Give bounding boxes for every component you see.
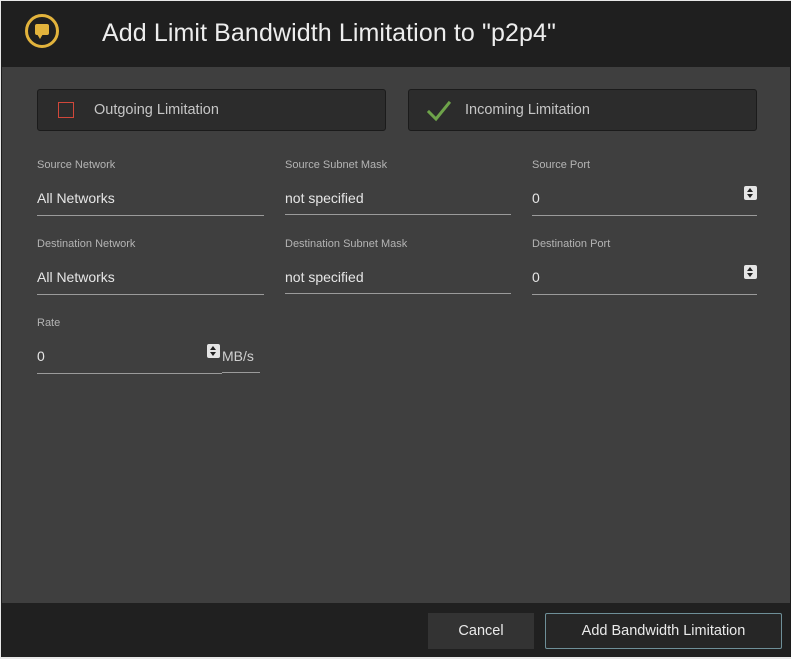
- destination-subnet-mask-value: not specified: [285, 269, 364, 285]
- incoming-limitation-label: Incoming Limitation: [465, 102, 590, 118]
- destination-port-input[interactable]: 0: [532, 265, 757, 295]
- rate-input[interactable]: 0: [37, 344, 222, 374]
- outgoing-limitation-label: Outgoing Limitation: [94, 102, 219, 118]
- destination-network-select[interactable]: All Networks: [37, 265, 264, 295]
- source-port-label: Source Port: [532, 159, 591, 171]
- source-subnet-mask-label: Source Subnet Mask: [285, 159, 388, 171]
- rate-unit: MB/s: [222, 348, 254, 364]
- source-port-spinner[interactable]: [744, 186, 757, 200]
- destination-subnet-mask-input[interactable]: not specified: [285, 265, 511, 294]
- speech-bubble-icon: [25, 14, 59, 48]
- source-port-value: 0: [532, 190, 540, 206]
- source-network-select[interactable]: All Networks: [37, 186, 264, 216]
- source-port-input[interactable]: 0: [532, 186, 757, 216]
- rate-unit-field: MB/s: [222, 344, 260, 373]
- source-subnet-mask-value: not specified: [285, 190, 364, 206]
- rate-label: Rate: [37, 317, 61, 329]
- destination-network-label: Destination Network: [37, 238, 136, 250]
- dialog-header: Add Limit Bandwidth Limitation to "p2p4": [2, 1, 790, 67]
- rate-value: 0: [37, 348, 45, 364]
- source-network-value: All Networks: [37, 190, 115, 206]
- incoming-limitation-toggle[interactable]: Incoming Limitation: [408, 89, 757, 131]
- dialog-footer: Cancel Add Bandwidth Limitation: [2, 603, 790, 657]
- source-network-label: Source Network: [37, 159, 116, 171]
- cancel-button[interactable]: Cancel: [428, 613, 534, 649]
- unchecked-box-icon: [58, 102, 74, 118]
- dialog-title: Add Limit Bandwidth Limitation to "p2p4": [102, 19, 556, 47]
- add-bandwidth-limitation-button[interactable]: Add Bandwidth Limitation: [545, 613, 782, 649]
- destination-network-value: All Networks: [37, 269, 115, 285]
- destination-subnet-mask-label: Destination Subnet Mask: [285, 238, 408, 250]
- outgoing-limitation-toggle[interactable]: Outgoing Limitation: [37, 89, 386, 131]
- destination-port-spinner[interactable]: [744, 265, 757, 279]
- destination-port-value: 0: [532, 269, 540, 285]
- source-subnet-mask-input[interactable]: not specified: [285, 186, 511, 215]
- add-bandwidth-limitation-dialog: Add Limit Bandwidth Limitation to "p2p4"…: [1, 1, 791, 657]
- checkmark-icon: [427, 100, 451, 122]
- rate-spinner[interactable]: [207, 344, 220, 358]
- destination-port-label: Destination Port: [532, 238, 611, 250]
